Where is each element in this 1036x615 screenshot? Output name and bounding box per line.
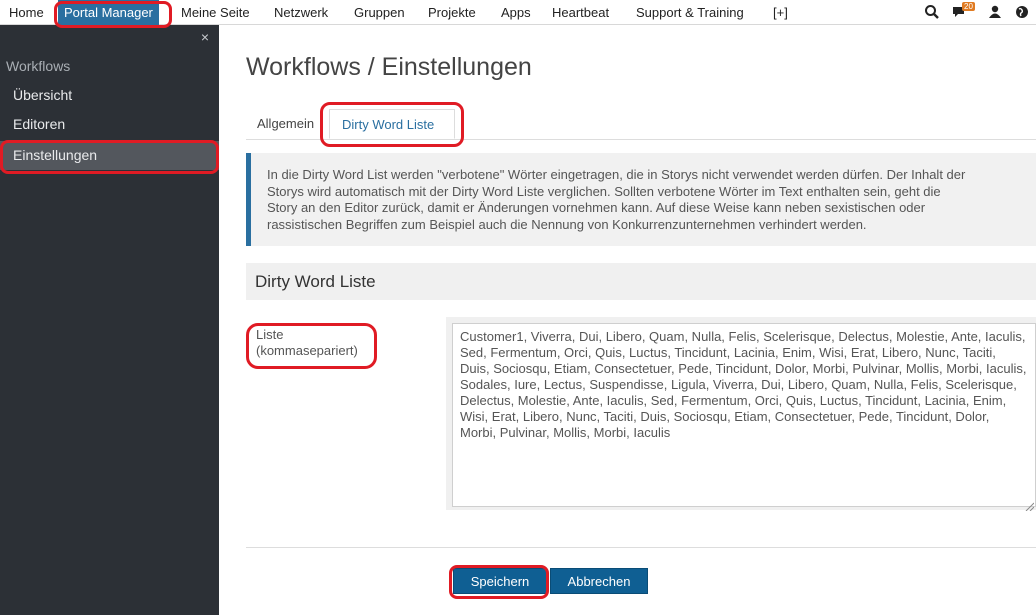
info-line: Storys wird automatisch mit der Dirty Wo… <box>267 183 941 199</box>
section-title: Dirty Word Liste <box>246 263 1036 300</box>
info-line: rassistischen Begriffen zum Beispiel auc… <box>267 216 867 232</box>
user-icon[interactable] <box>987 4 1003 20</box>
notification-count-badge: 20 <box>962 2 975 11</box>
form-divider <box>246 547 1036 548</box>
tab-allgemein[interactable]: Allgemein <box>257 109 314 139</box>
list-label-hint: (kommasepariert) <box>256 343 358 358</box>
nav-gruppen[interactable]: Gruppen <box>354 0 405 25</box>
sidebar: × Workflows Übersicht Editoren Einstellu… <box>0 25 219 615</box>
dirty-word-list-textarea[interactable]: Customer1, Viverra, Dui, Libero, Quam, N… <box>452 323 1036 507</box>
info-line: In die Dirty Word List werden "verbotene… <box>267 167 966 182</box>
close-icon[interactable]: × <box>201 29 209 45</box>
search-icon[interactable] <box>924 4 940 20</box>
info-line: Story an den Editor zurück, damit er Änd… <box>267 200 926 215</box>
main-content: Workflows / Einstellungen Allgemein Dirt… <box>219 25 1036 615</box>
nav-projekte[interactable]: Projekte <box>428 0 476 25</box>
sidebar-item-uebersicht[interactable]: Übersicht <box>0 81 219 110</box>
nav-portal-manager[interactable]: Portal Manager <box>58 0 159 25</box>
top-navigation: Home Portal Manager Meine Seite Netzwerk… <box>0 0 1036 25</box>
tab-bar: Allgemein Dirty Word Liste <box>246 103 1036 140</box>
nav-add-more[interactable]: [+] <box>773 0 788 25</box>
globe-icon[interactable] <box>1014 4 1030 20</box>
list-label-line: Liste <box>256 327 284 342</box>
nav-support-training[interactable]: Support & Training <box>636 0 744 25</box>
sidebar-item-editoren[interactable]: Editoren <box>0 110 219 139</box>
sidebar-section-title: Workflows <box>6 58 71 74</box>
list-field-label: Liste (kommasepariert) <box>256 327 358 359</box>
nav-apps[interactable]: Apps <box>501 0 531 25</box>
nav-meine-seite[interactable]: Meine Seite <box>181 0 250 25</box>
page-title: Workflows / Einstellungen <box>246 53 532 81</box>
info-box: In die Dirty Word List werden "verbotene… <box>246 153 1036 246</box>
save-button[interactable]: Speichern <box>453 568 547 594</box>
nav-heartbeat[interactable]: Heartbeat <box>552 0 609 25</box>
nav-home[interactable]: Home <box>9 0 44 25</box>
tab-dirty-word-liste[interactable]: Dirty Word Liste <box>329 109 455 139</box>
sidebar-item-einstellungen[interactable]: Einstellungen <box>0 141 219 170</box>
textarea-wrapper: Customer1, Viverra, Dui, Libero, Quam, N… <box>446 317 1036 512</box>
cancel-button[interactable]: Abbrechen <box>550 568 648 594</box>
resize-grip-icon[interactable] <box>1024 498 1035 512</box>
nav-netzwerk[interactable]: Netzwerk <box>274 0 328 25</box>
